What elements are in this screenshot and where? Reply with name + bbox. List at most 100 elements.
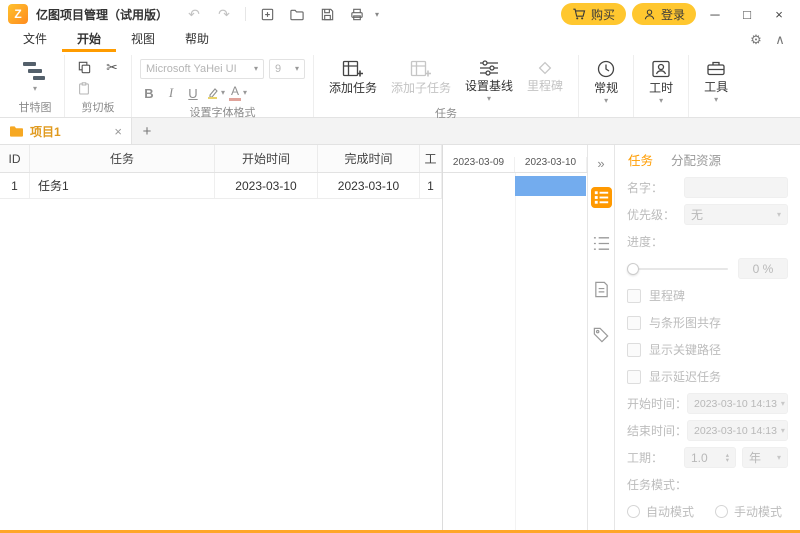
font-controls: Microsoft YaHei UI ▾ 9 ▾ B I U ▾ (140, 56, 305, 102)
tools-button[interactable]: 工具 ▾ (697, 56, 735, 104)
spin-down-icon[interactable]: ▾ (726, 458, 729, 463)
end-time-value: 2023-03-10 14:13 (694, 425, 777, 437)
checkbox-icon[interactable] (627, 316, 641, 330)
buy-button[interactable]: 购买 (561, 3, 626, 25)
new-tab-button[interactable]: + (132, 118, 162, 144)
end-time-label: 结束时间： (627, 422, 687, 439)
progress-value-box[interactable]: 0 % (738, 258, 788, 279)
collapse-panel-icon[interactable]: » (597, 152, 604, 174)
menu-view[interactable]: 视图 (116, 28, 170, 52)
add-task-button[interactable]: 添加任务 (322, 56, 384, 103)
save-icon[interactable] (315, 3, 339, 25)
copy-icon[interactable] (77, 60, 92, 75)
app-logo-icon: Z (8, 4, 28, 24)
print-icon[interactable] (345, 3, 369, 25)
header-finish[interactable]: 完成时间 (318, 145, 420, 172)
notes-panel-icon[interactable] (588, 266, 614, 312)
milestone-button[interactable]: 里程碑 (520, 56, 570, 103)
end-time-select[interactable]: 2023-03-10 14:13 ▾ (687, 420, 788, 441)
milestone-checkbox-row[interactable]: 里程碑 (627, 285, 788, 306)
cut-icon[interactable]: ✂ (106, 59, 118, 76)
duration-unit-select[interactable]: 年 ▾ (742, 447, 788, 468)
chevron-down-icon: ▾ (487, 95, 491, 103)
name-input[interactable] (684, 177, 788, 198)
document-tab-project1[interactable]: 项目1 × (0, 118, 132, 144)
new-document-icon[interactable] (255, 3, 279, 25)
priority-select[interactable]: 无 ▾ (684, 204, 788, 225)
baseline-icon (479, 59, 499, 77)
list-panel-icon[interactable] (588, 220, 614, 266)
menu-file[interactable]: 文件 (8, 28, 62, 52)
undo-icon[interactable]: ↶ (182, 3, 206, 25)
set-baseline-button[interactable]: 设置基线 ▾ (458, 56, 520, 103)
redo-icon[interactable]: ↷ (212, 3, 236, 25)
slider-knob[interactable] (627, 263, 639, 275)
table-row[interactable]: 1 任务1 2023-03-10 2023-03-10 1 (0, 173, 442, 199)
ribbon-group-hours: 工时 ▾ (633, 55, 688, 117)
underline-button[interactable]: U (184, 84, 202, 102)
start-time-select[interactable]: 2023-03-10 14:13 ▾ (687, 393, 788, 414)
gantt-bar-task1[interactable] (515, 176, 586, 196)
manual-mode-radio[interactable]: 手动模式 (715, 503, 782, 520)
gantt-body (443, 173, 587, 530)
quick-access-chevron-icon[interactable]: ▾ (375, 10, 389, 19)
bold-button[interactable]: B (140, 84, 158, 102)
header-task[interactable]: 任务 (30, 145, 215, 172)
cell-work[interactable]: 1 (420, 173, 442, 198)
coexist-checkbox-row[interactable]: 与条形图共存 (627, 312, 788, 333)
maximize-button[interactable]: □ (734, 3, 760, 25)
cell-start[interactable]: 2023-03-10 (215, 173, 318, 198)
cell-finish[interactable]: 2023-03-10 (318, 173, 420, 198)
spinner-icons[interactable]: ▴ ▾ (726, 453, 729, 463)
chevron-down-icon: ▾ (604, 97, 608, 105)
progress-slider[interactable] (627, 262, 728, 276)
font-color-button[interactable]: A ▾ (229, 84, 247, 102)
ribbon-group-tools: 工具 ▾ (688, 55, 743, 117)
login-button[interactable]: 登录 (632, 3, 696, 25)
tab-close-icon[interactable]: × (114, 124, 122, 139)
add-subtask-button[interactable]: 添加子任务 (384, 56, 458, 103)
header-work[interactable]: 工 (420, 145, 442, 172)
font-color-icon: A (229, 85, 241, 101)
close-button[interactable]: × (766, 3, 792, 25)
menu-help[interactable]: 帮助 (170, 28, 224, 52)
folder-icon (9, 125, 24, 138)
panel-tab-resources[interactable]: 分配资源 (671, 150, 721, 169)
highlight-color-button[interactable]: ▾ (206, 84, 225, 102)
paste-icon[interactable] (77, 81, 91, 96)
open-folder-icon[interactable] (285, 3, 309, 25)
font-family-select[interactable]: Microsoft YaHei UI ▾ (140, 59, 264, 79)
gantt-date-1: 2023-03-09 (443, 157, 515, 172)
gantt-view-button[interactable]: ▾ (14, 56, 56, 97)
header-id[interactable]: ID (0, 145, 30, 172)
critical-path-checkbox-label: 显示关键路径 (649, 341, 721, 358)
minimize-button[interactable]: ─ (702, 3, 728, 25)
cart-icon (572, 7, 586, 21)
coexist-checkbox-label: 与条形图共存 (649, 314, 721, 331)
radio-icon[interactable] (715, 505, 728, 518)
duration-input[interactable]: 1.0 ▴ ▾ (684, 447, 736, 468)
radio-icon[interactable] (627, 505, 640, 518)
header-start[interactable]: 开始时间 (215, 145, 318, 172)
work-hours-button[interactable]: 工时 ▾ (642, 56, 680, 105)
cell-task[interactable]: 任务1 (30, 173, 215, 198)
italic-button[interactable]: I (162, 84, 180, 102)
clock-icon (596, 59, 616, 79)
checkbox-icon[interactable] (627, 289, 641, 303)
checkbox-icon[interactable] (627, 370, 641, 384)
settings-gear-icon[interactable]: ⚙ (744, 28, 768, 52)
duration-unit-value: 年 (749, 449, 761, 466)
font-size-select[interactable]: 9 ▾ (269, 59, 305, 79)
auto-mode-radio[interactable]: 自动模式 (627, 503, 694, 520)
checkbox-icon[interactable] (627, 343, 641, 357)
general-button[interactable]: 常规 ▾ (587, 56, 625, 105)
critical-path-checkbox-row[interactable]: 显示关键路径 (627, 339, 788, 360)
collapse-ribbon-icon[interactable]: ∧ (768, 28, 792, 52)
menu-home[interactable]: 开始 (62, 28, 116, 52)
duration-label: 工期： (627, 449, 663, 466)
delayed-task-checkbox-row[interactable]: 显示延迟任务 (627, 366, 788, 387)
task-form-icon[interactable] (588, 174, 614, 220)
cell-id[interactable]: 1 (0, 173, 30, 198)
panel-tab-task[interactable]: 任务 (628, 150, 653, 169)
tag-panel-icon[interactable] (588, 312, 614, 358)
